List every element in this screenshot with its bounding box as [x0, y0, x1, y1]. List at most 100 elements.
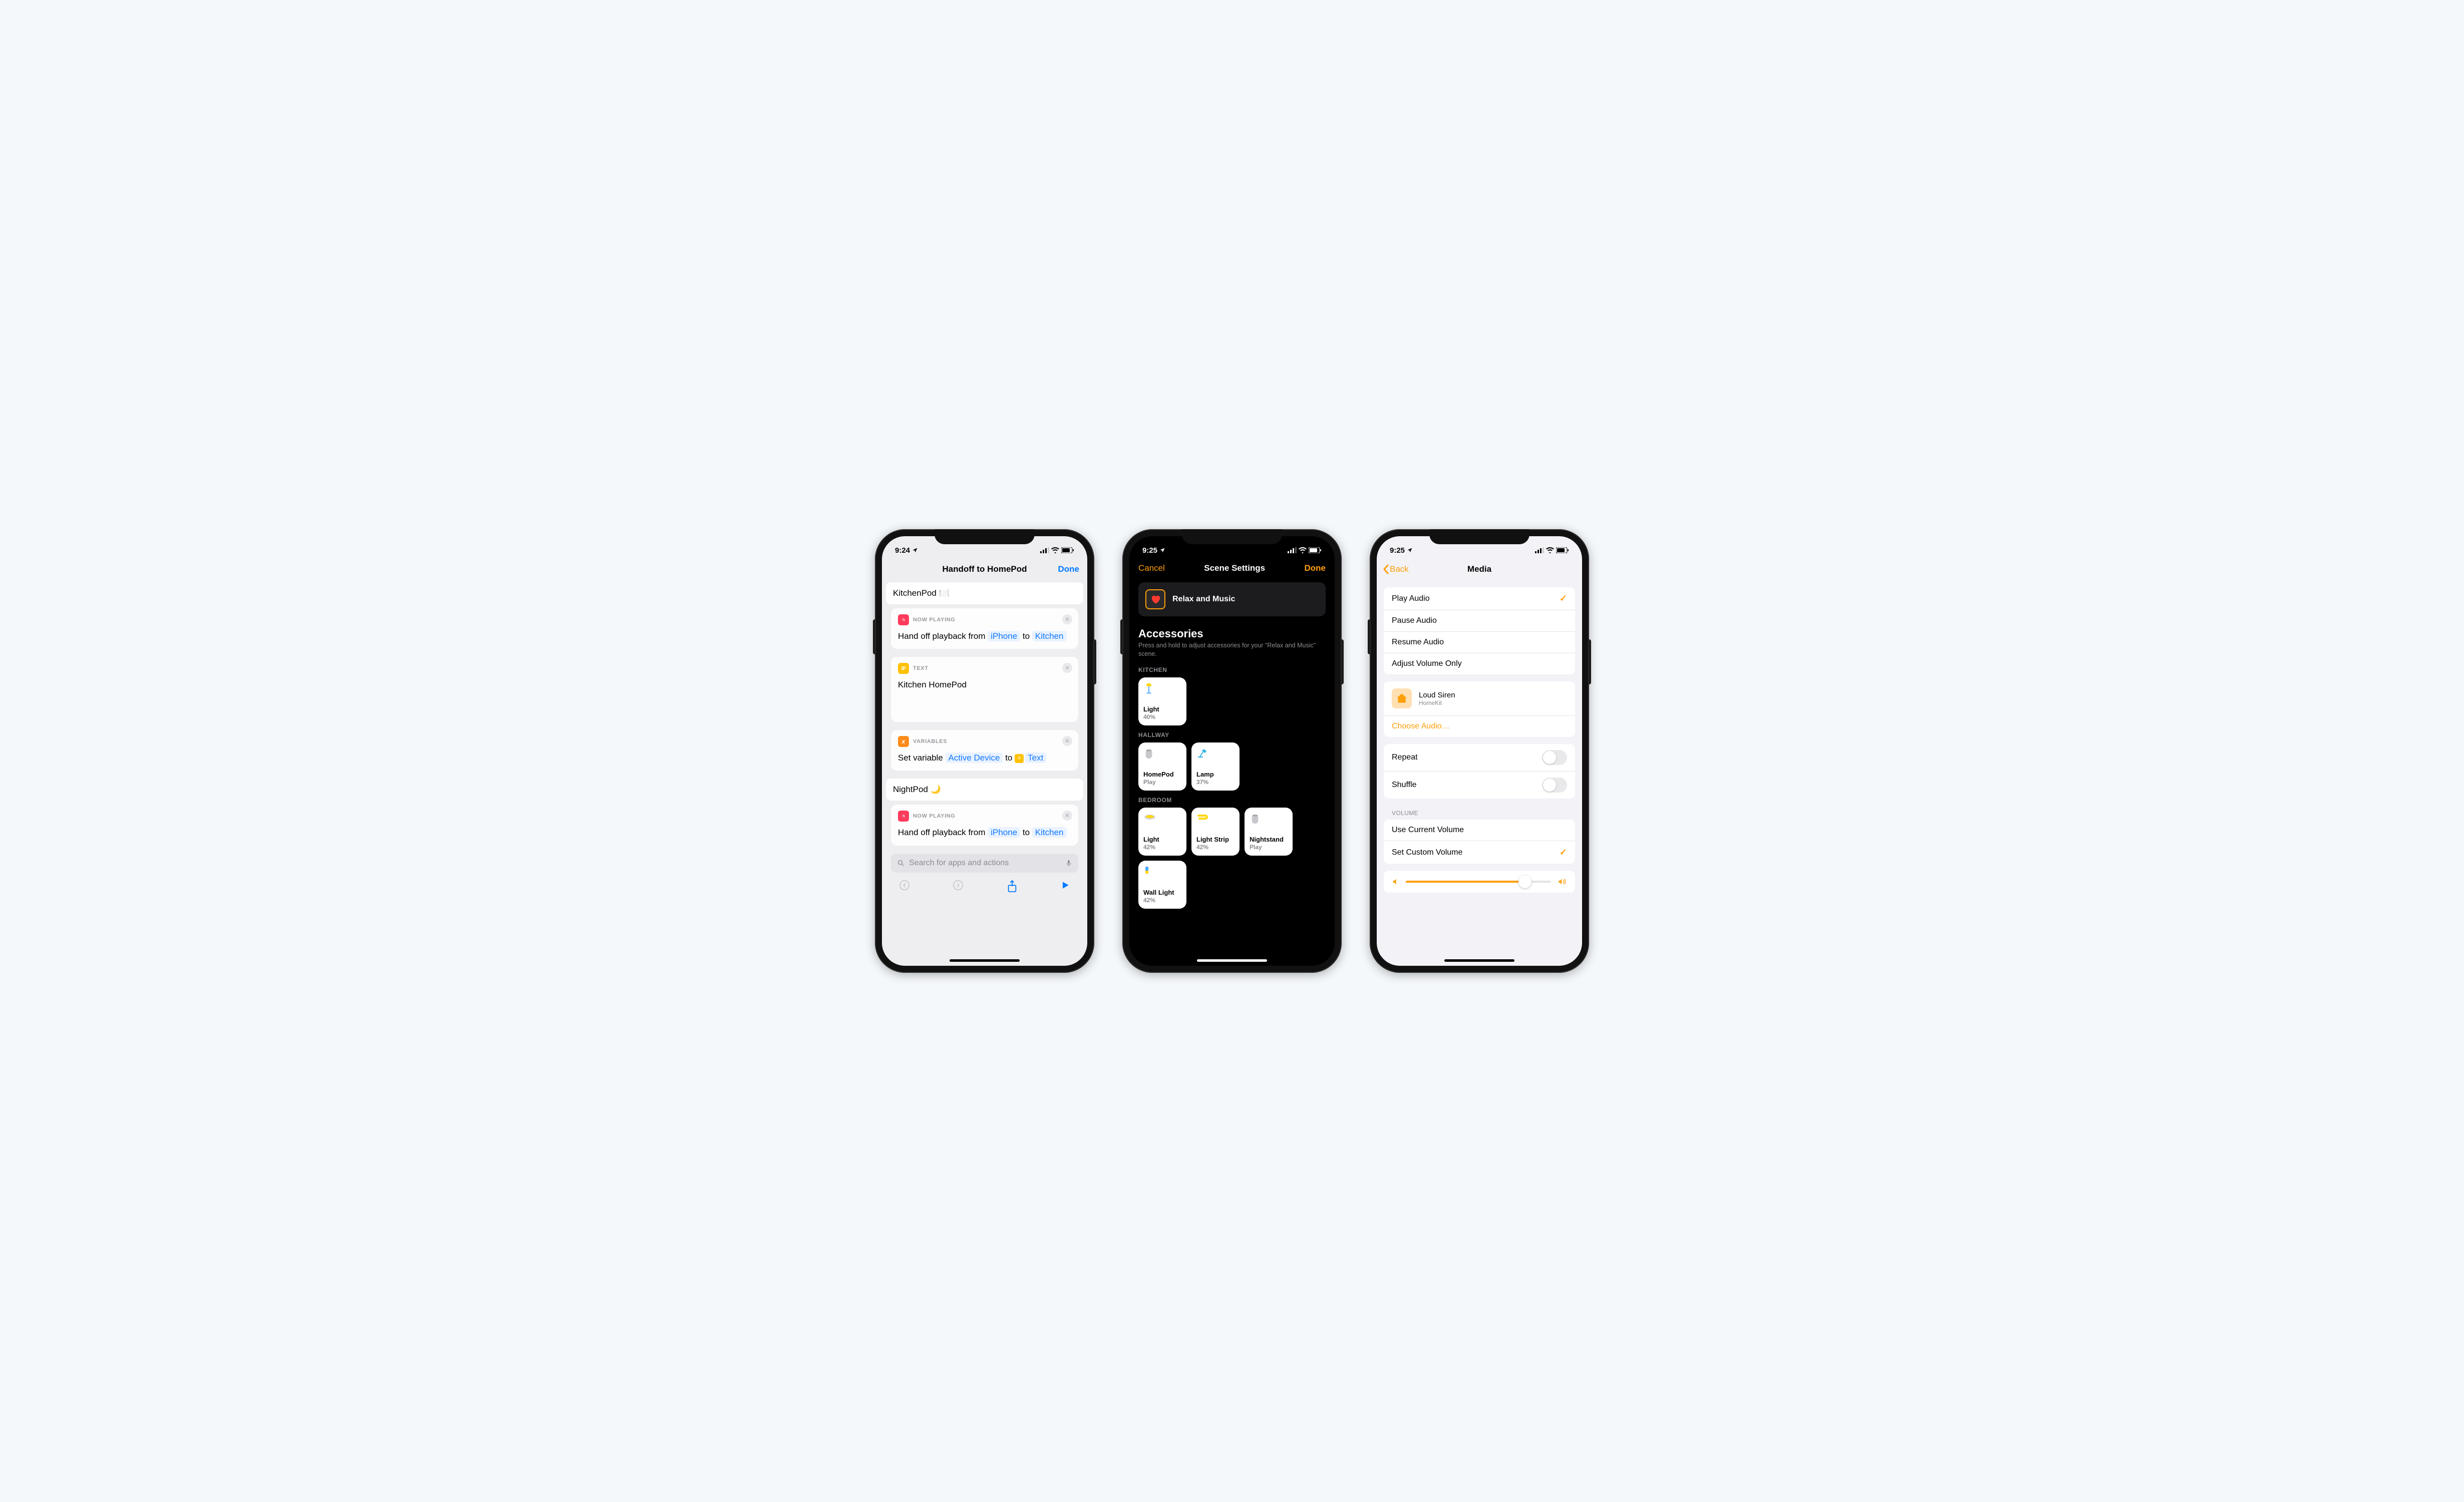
status-time: 9:24 — [895, 546, 910, 555]
checkmark-icon: ✓ — [1560, 593, 1567, 604]
delete-action-icon[interactable]: ✕ — [1062, 614, 1072, 624]
search-bar[interactable]: Search for apps and actions — [891, 854, 1078, 873]
token-destination[interactable]: Kitchen — [1032, 631, 1067, 641]
status-time: 9:25 — [1390, 546, 1405, 555]
token-source-device[interactable]: iPhone — [988, 631, 1020, 641]
nowplaying-icon — [898, 811, 909, 822]
token-variable-name[interactable]: Active Device — [946, 753, 1003, 763]
token-source-device[interactable]: iPhone — [988, 827, 1020, 838]
home-indicator[interactable] — [950, 959, 1020, 962]
action-card-variables[interactable]: ✕ x VARIABLES Set variable Active Device… — [891, 730, 1078, 771]
done-button[interactable]: Done — [1049, 564, 1079, 574]
media-action-row[interactable]: Adjust Volume Only — [1384, 653, 1575, 674]
done-button[interactable]: Done — [1304, 563, 1326, 573]
accessory-tile[interactable]: Light42% — [1138, 808, 1186, 856]
notch — [1182, 529, 1282, 544]
variables-icon: x — [898, 736, 909, 747]
homekit-icon — [1392, 688, 1412, 708]
text-magic-var-icon: ≡ — [1015, 754, 1024, 763]
nav-title: Scene Settings — [1204, 563, 1265, 573]
accessory-state: Play — [1143, 779, 1181, 786]
action-card-nowplaying[interactable]: ✕ NOW PLAYING Hand off playback from iPh… — [891, 608, 1078, 649]
accessory-tile[interactable]: NightstandPlay — [1245, 808, 1293, 856]
token-destination[interactable]: Kitchen — [1032, 827, 1067, 838]
set-custom-volume-row[interactable]: Set Custom Volume ✓ — [1384, 841, 1575, 864]
battery-icon — [1556, 547, 1569, 553]
volume-slider[interactable] — [1406, 881, 1551, 883]
scene-icon-picker[interactable] — [1145, 589, 1165, 609]
action-card-text[interactable]: ✕ TEXT Kitchen HomePod — [891, 657, 1078, 722]
accessory-name: Light — [1143, 836, 1181, 843]
accessory-icon — [1143, 866, 1181, 880]
volume-low-icon — [1392, 878, 1400, 886]
nav-title: Media — [1377, 564, 1582, 574]
media-action-row[interactable]: Resume Audio — [1384, 632, 1575, 653]
repeat-switch[interactable] — [1542, 750, 1567, 765]
accessory-state: 42% — [1143, 844, 1181, 851]
cancel-button[interactable]: Cancel — [1138, 563, 1165, 573]
accessory-state: 42% — [1143, 897, 1181, 904]
media-action-row[interactable]: Play Audio✓ — [1384, 587, 1575, 610]
accessory-tile[interactable]: Wall Light42% — [1138, 861, 1186, 909]
phone-shortcuts: 9:24 . Handoff to HomePod Done KitchenPo… — [875, 529, 1094, 973]
accessory-tile[interactable]: Light Strip42% — [1191, 808, 1240, 856]
redo-icon[interactable] — [953, 880, 964, 891]
shortcut-section-header[interactable]: KitchenPod 🍽️ — [886, 582, 1083, 604]
accessory-tile[interactable]: HomePodPlay — [1138, 742, 1186, 791]
battery-icon — [1309, 547, 1322, 553]
run-icon[interactable] — [1060, 880, 1070, 891]
bottom-toolbar — [886, 873, 1083, 893]
action-sentence: Hand off playback from iPhone to Kitchen — [898, 629, 1071, 643]
checkmark-icon: ✓ — [1560, 847, 1567, 858]
location-icon — [1407, 547, 1413, 553]
search-icon — [897, 859, 905, 867]
use-current-volume-row[interactable]: Use Current Volume — [1384, 820, 1575, 841]
audio-source: HomeKit — [1419, 699, 1455, 706]
action-card-nowplaying[interactable]: ✕ NOW PLAYING Hand off playback from iPh… — [891, 805, 1078, 845]
accessory-icon — [1143, 682, 1181, 696]
battery-icon — [1061, 547, 1074, 553]
accessory-state: 42% — [1196, 844, 1235, 851]
accessory-tile[interactable]: Lamp37% — [1191, 742, 1240, 791]
heart-icon — [1150, 594, 1161, 605]
microphone-icon[interactable] — [1065, 859, 1072, 868]
shuffle-switch[interactable] — [1542, 778, 1567, 793]
location-icon — [912, 547, 918, 553]
nav-bar: Cancel Scene Settings Done — [1129, 558, 1335, 578]
search-placeholder: Search for apps and actions — [909, 859, 1061, 868]
share-icon[interactable] — [1007, 880, 1018, 893]
tile-grid: HomePodPlayLamp37% — [1138, 742, 1326, 791]
selected-audio-row[interactable]: Loud Siren HomeKit — [1384, 681, 1575, 715]
room-label: KITCHEN — [1138, 666, 1326, 673]
token-variable-value[interactable]: Text — [1025, 753, 1046, 763]
tile-grid: Light42%Light Strip42%NightstandPlayWall… — [1138, 808, 1326, 909]
text-content[interactable]: Kitchen HomePod — [898, 678, 1071, 691]
accessory-name: Light Strip — [1196, 836, 1235, 843]
notch — [1429, 529, 1529, 544]
shuffle-row[interactable]: Shuffle — [1384, 772, 1575, 799]
accessory-state: 40% — [1143, 713, 1181, 720]
accessory-name: Lamp — [1196, 771, 1235, 778]
scene-name-row[interactable]: Relax and Music — [1138, 582, 1326, 616]
audio-group: Loud Siren HomeKit Choose Audio… — [1384, 681, 1575, 737]
action-type-label: VARIABLES — [913, 738, 947, 744]
wifi-icon — [1051, 547, 1059, 553]
accessory-name: HomePod — [1143, 771, 1181, 778]
home-indicator[interactable] — [1197, 959, 1267, 962]
nav-title: Handoff to HomePod — [920, 564, 1049, 574]
notch — [935, 529, 1035, 544]
accessory-tile[interactable]: Light40% — [1138, 677, 1186, 725]
media-action-row[interactable]: Pause Audio — [1384, 610, 1575, 632]
accessory-state: 37% — [1196, 779, 1235, 786]
home-indicator[interactable] — [1444, 959, 1514, 962]
accessory-icon — [1250, 813, 1288, 827]
accessories-subtitle: Press and hold to adjust accessories for… — [1138, 641, 1326, 658]
shortcut-section-header[interactable]: NightPod 🌙 — [886, 779, 1083, 801]
choose-audio-button[interactable]: Choose Audio… — [1384, 716, 1575, 737]
tile-grid: Light40% — [1138, 677, 1326, 725]
repeat-row[interactable]: Repeat — [1384, 744, 1575, 772]
accessory-state: Play — [1250, 844, 1288, 851]
undo-icon[interactable] — [899, 880, 910, 891]
action-sentence: Hand off playback from iPhone to Kitchen — [898, 826, 1071, 839]
cellular-icon — [1040, 547, 1049, 553]
